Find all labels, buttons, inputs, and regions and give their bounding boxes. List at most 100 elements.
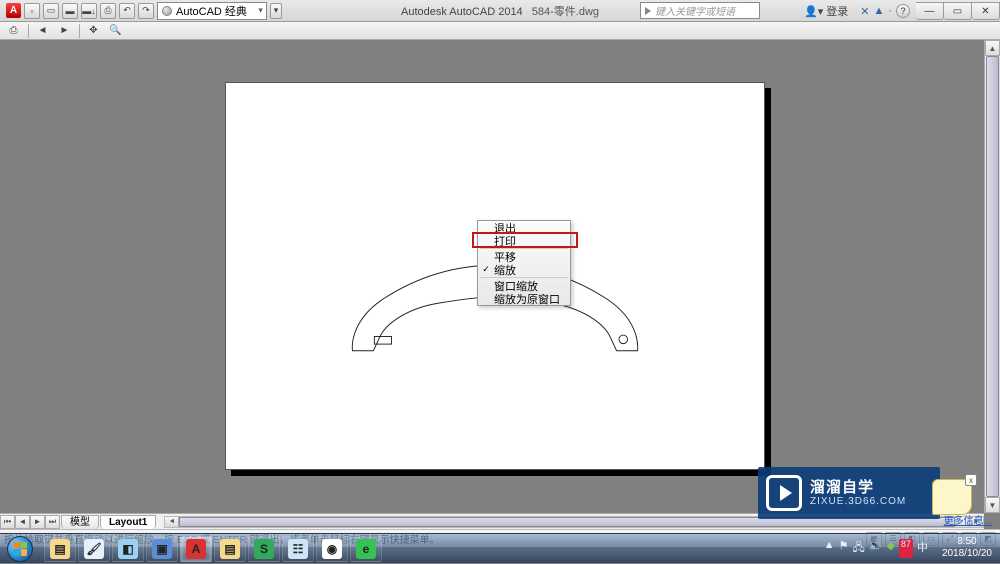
minimize-button[interactable]: —: [916, 2, 944, 20]
taskbar-app-folder2[interactable]: ▤: [214, 536, 246, 562]
ctx-pan[interactable]: 平移: [478, 250, 570, 263]
preview-toolbar: ⎙ ◄ ► ✥ 🔍: [0, 22, 1000, 40]
wps-icon: S: [254, 539, 274, 559]
paint-icon: 🖌: [84, 539, 104, 559]
tab-layout1[interactable]: Layout1: [100, 515, 156, 529]
ctx-print[interactable]: 打印: [478, 234, 570, 247]
balloon-close-button[interactable]: x: [965, 474, 977, 486]
help-icon[interactable]: ?: [896, 4, 910, 18]
qat-saveas-button[interactable]: ▬↓: [81, 3, 97, 19]
watermark-title: 溜溜自学: [810, 479, 906, 496]
check-icon: ✓: [478, 264, 494, 275]
signin-label: 登录: [826, 3, 848, 19]
drawing-area[interactable]: 退出 打印 平移 ✓ 缩放 窗口缩放 缩放为原窗口 ▲ ▼: [0, 40, 1000, 513]
app-more-icon: ☷: [288, 539, 308, 559]
clock-time: 8:50: [942, 536, 992, 548]
balloon-tip: x: [932, 479, 972, 515]
more-info-link[interactable]: 更多信息...: [944, 512, 992, 527]
tray-volume-icon[interactable]: 🔊: [869, 539, 883, 558]
ctx-zoom-original[interactable]: 缩放为原窗口: [478, 292, 570, 305]
maximize-button[interactable]: ▭: [944, 2, 972, 20]
scroll-thumb[interactable]: [986, 56, 999, 497]
ctx-zoom-original-label: 缩放为原窗口: [494, 291, 560, 307]
taskbar-app-qq[interactable]: ◉: [316, 536, 348, 562]
qq-icon: ◉: [322, 539, 342, 559]
qat-overflow-button[interactable]: ▾: [270, 3, 282, 19]
explorer-icon: ▤: [50, 539, 70, 559]
taskbar-app-360[interactable]: e: [350, 536, 382, 562]
taskbar-app-autocad[interactable]: A: [180, 536, 212, 562]
taskbar-app-paint[interactable]: 🖌: [78, 536, 110, 562]
vertical-scrollbar[interactable]: ▲ ▼: [984, 40, 1000, 513]
hscroll-left-button[interactable]: ◄: [165, 517, 179, 527]
tab-model[interactable]: 模型: [61, 515, 99, 529]
pan-button[interactable]: ✥: [84, 23, 104, 38]
plot-preview-icon[interactable]: ⎙: [4, 23, 24, 38]
tray-shield-icon[interactable]: ◆: [886, 539, 894, 558]
tray-up-icon[interactable]: ▲: [824, 539, 835, 558]
ctx-zoom[interactable]: ✓ 缩放: [478, 263, 570, 276]
scroll-up-button[interactable]: ▲: [985, 40, 1000, 56]
tray-ime-icon[interactable]: 中: [917, 539, 928, 558]
next-page-button[interactable]: ►: [55, 23, 75, 38]
tray-flag-icon[interactable]: ⚑: [839, 539, 849, 558]
qat-new-button[interactable]: ▫: [24, 3, 40, 19]
taskbar-app-explorer[interactable]: ▤: [44, 536, 76, 562]
workspace-label: AutoCAD 经典: [176, 3, 247, 19]
gear-icon: [162, 6, 172, 16]
window-buttons: — ▭ ✕: [916, 2, 1000, 20]
document-name: 584-零件.dwg: [532, 6, 599, 18]
exchange-icon[interactable]: ✕: [860, 5, 869, 18]
scroll-down-button[interactable]: ▼: [985, 497, 1000, 513]
taskbar-clock[interactable]: 8:50 2018/10/20: [934, 533, 1000, 563]
ctx-print-label: 打印: [494, 233, 516, 249]
prev-page-button[interactable]: ◄: [33, 23, 53, 38]
titlebar-right: 👤▾ 登录 ✕ ▲ · ? — ▭ ✕: [798, 0, 1000, 22]
watermark-url: ZIXUE.3D66.COM: [810, 496, 906, 507]
system-tray: ▲ ⚑ 🖧 🔊 ◆ 87 中 8:50 2018/10/20: [824, 533, 1000, 563]
close-button[interactable]: ✕: [972, 2, 1000, 20]
qat-undo-button[interactable]: ↶: [119, 3, 135, 19]
tab-prev-button[interactable]: ◄: [15, 515, 30, 529]
tab-next-button[interactable]: ►: [30, 515, 45, 529]
clock-date: 2018/10/20: [942, 548, 992, 560]
signin-button[interactable]: 👤▾ 登录: [798, 3, 854, 19]
quick-access-toolbar: A ▫ ▭ ▬ ▬↓ ⎙ ↶ ↷ AutoCAD 经典 ▼ ▾: [0, 2, 282, 20]
taskbar-app-wps[interactable]: S: [248, 536, 280, 562]
taskbar-app-desktop[interactable]: ▣: [146, 536, 178, 562]
taskbar-app-app-more[interactable]: ☷: [282, 536, 314, 562]
qat-redo-button[interactable]: ↷: [138, 3, 154, 19]
a360-icon[interactable]: ▲: [873, 5, 884, 17]
zoom-button[interactable]: 🔍: [106, 23, 126, 38]
ctx-exit[interactable]: 退出: [478, 221, 570, 234]
workspace-combo[interactable]: AutoCAD 经典 ▼: [157, 2, 267, 20]
autocad-icon: A: [186, 539, 206, 559]
folder2-icon: ▤: [220, 539, 240, 559]
tray-360-icon[interactable]: 87: [899, 539, 913, 558]
context-menu: 退出 打印 平移 ✓ 缩放 窗口缩放 缩放为原窗口: [477, 220, 571, 306]
window-title: Autodesk AutoCAD 2014 584-零件.dwg: [401, 3, 599, 19]
tab-last-button[interactable]: ⏭: [45, 515, 60, 529]
search-placeholder: 键入关键字或短语: [655, 3, 735, 18]
qat-save-button[interactable]: ▬: [62, 3, 78, 19]
tab-first-button[interactable]: ⏮: [0, 515, 15, 529]
tray-icons[interactable]: ▲ ⚑ 🖧 🔊 ◆ 87 中: [824, 539, 934, 558]
unknown1-icon: ◧: [118, 539, 138, 559]
watermark: 溜溜自学 ZIXUE.3D66.COM: [758, 467, 940, 519]
app-name: Autodesk AutoCAD 2014: [401, 6, 523, 18]
windows-taskbar: ▤ 🖌 ◧ ▣ A ▤ S ☷ ◉ e ▲ ⚑ 🖧 🔊 ◆ 87 中 8:50 2018/10/2…: [0, 533, 1000, 563]
search-arrow-icon: [645, 7, 651, 15]
windows-logo-icon: [7, 536, 33, 562]
desktop-icon: ▣: [152, 539, 172, 559]
start-button[interactable]: [0, 534, 40, 564]
infocenter-icons: ✕ ▲ · ?: [854, 4, 916, 18]
qat-plot-button[interactable]: ⎙: [100, 3, 116, 19]
app-icon[interactable]: A: [6, 3, 21, 18]
taskbar-app-unknown1[interactable]: ◧: [112, 536, 144, 562]
360-icon: e: [356, 539, 376, 559]
qat-open-button[interactable]: ▭: [43, 3, 59, 19]
user-icon: 👤▾: [804, 5, 823, 18]
infocenter-search[interactable]: 键入关键字或短语: [640, 2, 760, 19]
ctx-zoom-label: 缩放: [494, 262, 516, 278]
tray-network-icon[interactable]: 🖧: [852, 539, 864, 558]
